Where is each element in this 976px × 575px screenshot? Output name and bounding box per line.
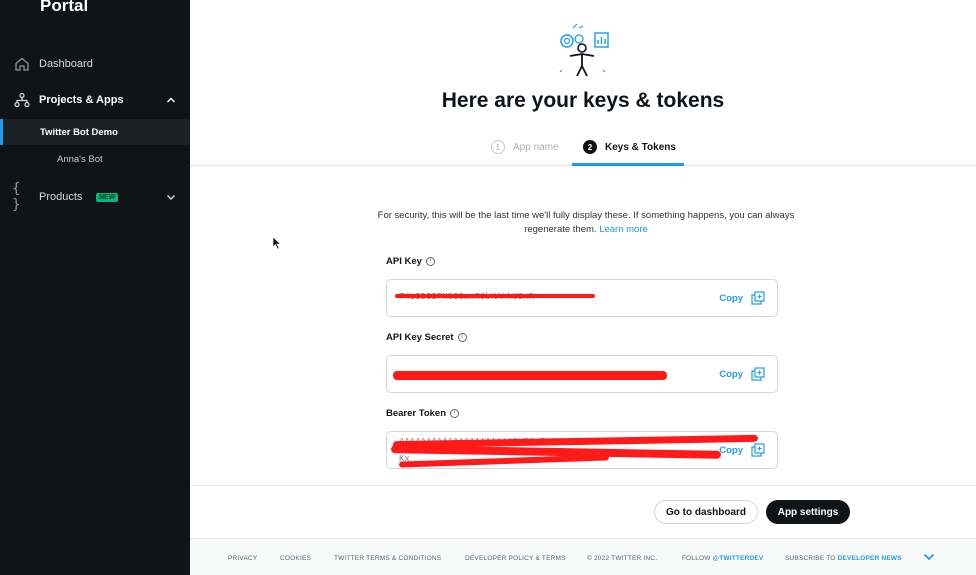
security-notice: For security, this will be the last time… <box>376 209 796 237</box>
action-bar: Go to dashboard App settings <box>190 485 976 538</box>
chevron-up-icon[interactable] <box>166 95 176 105</box>
field-label-text: Bearer Token <box>386 408 447 419</box>
home-icon <box>12 54 32 74</box>
sidebar-item-products[interactable]: { } Products NEW <box>0 181 190 213</box>
step-label: Keys & Tokens <box>605 141 676 153</box>
keys-panel: For security, this will be the last time… <box>190 167 976 485</box>
copy-button[interactable]: Copy <box>719 443 765 457</box>
portal-brand: Portal <box>40 0 89 15</box>
sidebar: Portal Dashboard Projects & Apps Twitter… <box>0 0 190 575</box>
copy-label: Copy <box>719 292 743 304</box>
step-keys-tokens[interactable]: 2 Keys & Tokens <box>583 140 676 154</box>
field-label-text: API Key Secret <box>386 332 454 343</box>
projects-icon <box>12 90 32 110</box>
follow-handle: @TWITTERDEV <box>712 555 764 562</box>
step-number: 1 <box>491 140 505 154</box>
sidebar-project-annas-bot[interactable]: Anna's Bot <box>0 146 190 172</box>
page-title: Here are your keys & tokens <box>441 89 725 112</box>
active-step-indicator <box>572 163 684 166</box>
copy-icon <box>751 443 765 457</box>
copy-icon <box>751 291 765 305</box>
chevron-down-icon[interactable] <box>166 192 176 202</box>
project-label: Twitter Bot Demo <box>40 126 118 138</box>
footer-subscribe-link[interactable]: SUBSCRIBE TO DEVELOPER NEWS <box>785 555 902 562</box>
subscribe-target: DEVELOPER NEWS <box>837 555 902 562</box>
bearer-token-label: Bearer Token i <box>386 408 460 419</box>
copy-label: Copy <box>719 444 743 456</box>
project-label: Anna's Bot <box>57 153 103 165</box>
chevron-down-icon[interactable] <box>923 552 935 562</box>
new-badge: NEW <box>96 192 119 202</box>
footer: PRIVACY COOKIES TWITTER TERMS & CONDITIO… <box>190 538 976 575</box>
info-icon[interactable]: i <box>425 257 435 266</box>
step-app-name[interactable]: 1 App name <box>491 140 559 154</box>
api-key-secret-field[interactable]: Copy <box>386 355 778 393</box>
step-label: App name <box>513 141 559 153</box>
api-key-secret-label: API Key Secret i <box>386 332 467 343</box>
footer-terms-link[interactable]: TWITTER TERMS & CONDITIONS <box>334 555 441 562</box>
developer-illustration-icon <box>559 23 609 77</box>
sidebar-item-dashboard[interactable]: Dashboard <box>0 54 190 74</box>
footer-cookies-link[interactable]: COOKIES <box>280 555 311 562</box>
bearer-token-field[interactable]: AAAAAAAAAAAAAAAAAAAAAGUR0wEAAAAAP2o%2F K… <box>386 431 778 469</box>
notice-text: For security, this will be the last time… <box>377 210 795 235</box>
redaction-mark <box>393 371 667 380</box>
sidebar-item-label: Projects & Apps <box>39 94 124 106</box>
braces-icon: { } <box>12 181 21 213</box>
go-to-dashboard-button[interactable]: Go to dashboard <box>654 500 758 524</box>
main-content: For security, this will be the last time… <box>190 167 976 485</box>
footer-privacy-link[interactable]: PRIVACY <box>228 555 257 562</box>
footer-follow-link[interactable]: FOLLOW @TWITTERDEV <box>682 555 763 562</box>
copy-label: Copy <box>719 368 743 380</box>
stepper: 1 App name 2 Keys & Tokens <box>190 138 976 166</box>
sidebar-item-projects[interactable]: Projects & Apps <box>0 90 190 110</box>
mouse-cursor-icon <box>272 236 282 250</box>
app-settings-button[interactable]: App settings <box>766 500 850 524</box>
step-number: 2 <box>583 140 597 154</box>
page-header: Here are your keys & tokens 1 App name 2… <box>190 0 976 166</box>
follow-prefix: FOLLOW <box>682 555 711 562</box>
info-icon[interactable]: i <box>450 409 460 418</box>
field-label-text: API Key <box>386 256 422 267</box>
subscribe-prefix: SUBSCRIBE TO <box>785 555 836 562</box>
api-key-field[interactable]: T4LIDIIFN5CSawR9bKAhkU3xR Copy <box>386 279 778 317</box>
sidebar-item-label: Dashboard <box>39 58 93 70</box>
info-icon[interactable]: i <box>457 333 467 342</box>
learn-more-link[interactable]: Learn more <box>599 224 648 235</box>
sidebar-item-label: Products <box>39 191 83 203</box>
copy-button[interactable]: Copy <box>719 367 765 381</box>
copy-button[interactable]: Copy <box>719 291 765 305</box>
sidebar-project-twitter-bot-demo[interactable]: Twitter Bot Demo <box>0 119 190 145</box>
footer-copyright: © 2022 TWITTER INC. <box>587 555 658 562</box>
api-key-label: API Key i <box>386 256 435 267</box>
copy-icon <box>751 367 765 381</box>
redaction-mark <box>395 294 595 298</box>
footer-policy-link[interactable]: DEVELOPER POLICY & TERMS <box>465 555 566 562</box>
